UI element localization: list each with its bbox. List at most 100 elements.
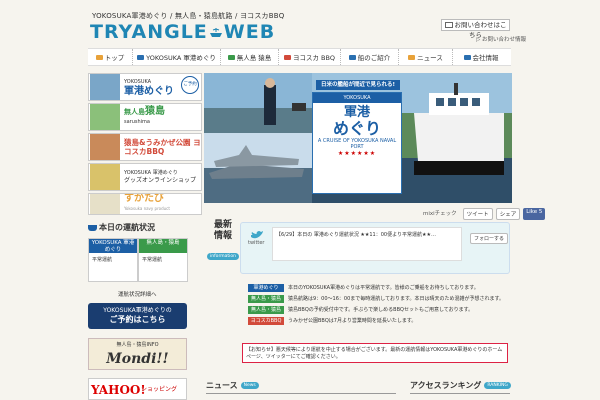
contact-info-link[interactable]: ▷ お問い合わせ情報 — [476, 35, 526, 43]
bbq-thumb — [90, 134, 120, 160]
status-box-header: 無人島・猿島 — [139, 239, 187, 253]
ranking-section-heading: アクセスランキング RANKING — [410, 380, 511, 391]
latest-title-1: 最新 — [213, 220, 232, 230]
reserve-button[interactable]: YOKOSUKA軍港めぐりの ご予約はこちら — [88, 303, 187, 329]
nav-item-boats[interactable]: 船のご紹介 — [341, 49, 399, 65]
gunkou-thumb — [90, 74, 120, 100]
news-text: うみかぜ公園BBQは7月より営業時間を延長いたします。 — [288, 318, 417, 324]
list-item[interactable]: 軍港めぐり 本日のYOKOSUKA軍港めぐりは平常運航です。皆様のご乗船をお待ちし… — [248, 284, 508, 293]
logo-left-text: TRYANGLE — [90, 21, 208, 43]
news-section-badge: News — [240, 382, 259, 389]
latest-title-2: 情報 — [213, 231, 232, 241]
banner-gunkou[interactable]: YOKOSUKA 軍港めぐり ご予約 — [88, 73, 202, 101]
nav-label: YOKOSUKA 軍港めぐり — [146, 54, 216, 62]
news-text: 猿島航路は9：00～16：00まで毎時運航しております。本日は晴天のため混雑が予… — [288, 296, 504, 302]
banner-title: 猿島 — [145, 106, 165, 117]
list-item[interactable]: 無人島・猿島 猿島航路は9：00～16：00まで毎時運航しております。本日は晴天の… — [248, 295, 508, 304]
nav-item-sarushima[interactable]: 無人島 猿島 — [221, 49, 279, 65]
news-icon — [408, 54, 416, 60]
nav-label: 無人島 猿島 — [236, 54, 272, 62]
share-button[interactable]: シェア — [495, 208, 521, 220]
nav-label: ヨコスカ BBQ — [292, 54, 336, 62]
yahoo-logo: YAHOO! — [91, 383, 146, 397]
poster-big-text: めぐり — [332, 119, 381, 138]
hero-caption: 日米の艦船が間近で見られる! — [316, 80, 400, 90]
main-nav: トップ YOKOSUKA 軍港めぐり 無人島 猿島 ヨコスカ BBQ 船のご紹介… — [88, 48, 511, 66]
news-section-heading: ニュース News — [206, 380, 259, 391]
sarushima-thumb — [90, 104, 120, 130]
nav-item-company[interactable]: 会社情報 — [453, 49, 509, 65]
news-section-title: ニュース — [206, 381, 238, 390]
list-item[interactable]: 無人島・猿島 猿島BBQの予約受付中です。手ぶらで楽しめるBBQセットもご用意して… — [248, 306, 508, 315]
mondi-banner[interactable]: 無人島・猿島INFO Mondi!! — [88, 338, 187, 370]
latest-info-label: 最新 情報 information — [206, 220, 240, 261]
ship-icon — [137, 54, 145, 60]
news-tag: ヨコスカBBQ — [248, 317, 284, 325]
tweet-button[interactable]: ツイート — [462, 208, 493, 220]
nav-item-bbq[interactable]: ヨコスカ BBQ — [279, 49, 341, 65]
page: YOKOSUKA軍港めぐり / 無人島・猿島航路 / ヨコスカBBQ TRYAN… — [0, 0, 600, 400]
social-buttons: mixiチェック ツイート シェア Like 5 — [420, 208, 546, 220]
ranking-section-badge: RANKING — [484, 382, 511, 389]
yahoo-shopping-banner[interactable]: YAHOO! ショッピング — [88, 378, 187, 400]
tweet-text: 【6/29】本日の 軍港めぐり運航状況 ★★11：00便より平常運航★★… — [272, 227, 462, 261]
nav-label: ニュース — [417, 54, 443, 62]
nav-item-top[interactable]: トップ — [88, 49, 133, 65]
follow-button[interactable]: フォローする — [470, 233, 509, 244]
news-tag: 無人島・猿島 — [248, 306, 284, 314]
twitter-bird-icon — [251, 231, 263, 239]
contact-button[interactable]: お問い合わせはこちら — [441, 19, 510, 39]
like-button[interactable]: Like 5 — [523, 208, 546, 220]
news-tag: 軍港めぐり — [248, 284, 284, 292]
banner-small-text: YOKOSUKA 軍港めぐり — [124, 170, 178, 176]
news-list: 軍港めぐり 本日のYOKOSUKA軍港めぐりは平常運航です。皆様のご乗船をお待ちし… — [248, 284, 508, 328]
reserve-small-text: YOKOSUKA軍港めぐりの — [103, 307, 172, 314]
poster-title: 軍港 — [343, 105, 370, 120]
banner-title: グッズオンラインショップ — [124, 177, 197, 184]
bbq-icon — [283, 54, 291, 60]
status-title: 本日の運航状況 — [99, 223, 155, 232]
ship-icon — [209, 28, 222, 37]
status-box-gunkou: YOKOSUKA 軍港めぐり 平常運航 — [88, 238, 138, 282]
banner-sukatabi[interactable]: すかたび Yokosuka navy product — [88, 193, 202, 215]
nav-label: 会社情報 — [472, 54, 499, 62]
poster-subtitle: A CRUISE OF YOKOSUKA NAVAL PORT — [317, 138, 397, 150]
mail-icon — [444, 22, 453, 28]
banner-bbq[interactable]: 猿島&うみかぜ公園 ヨコスカBBQ — [88, 133, 202, 161]
site-logo[interactable]: TRYANGLE WEB — [90, 21, 275, 43]
mixi-check-button[interactable]: mixiチェック — [420, 208, 460, 220]
reserve-big-text: ご予約はこちら — [109, 315, 166, 324]
status-heading: 本日の運航状況 — [88, 222, 155, 233]
banner-goods-shop[interactable]: YOKOSUKA 軍港めぐり グッズオンラインショップ — [88, 163, 202, 191]
site-tagline: YOKOSUKA軍港めぐり / 無人島・猿島航路 / ヨコスカBBQ — [92, 12, 285, 20]
news-divider — [206, 393, 396, 394]
news-text: 猿島BBQの予約受付中です。手ぶらで楽しめるBBQセットもご用意しております。 — [288, 307, 474, 313]
home-icon — [95, 54, 103, 60]
banner-title: 軍港めぐり — [124, 86, 174, 97]
banner-small-text: Yokosuka navy product — [124, 206, 170, 211]
goods-thumb — [90, 164, 120, 190]
status-value: 平常運航 — [142, 257, 163, 263]
banner-sarushima[interactable]: 無人島猿島 sarushima — [88, 103, 202, 131]
mondi-logo: Mondi!! — [106, 351, 169, 367]
twitter-widget: twitter 【6/29】本日の 軍港めぐり運航状況 ★★11：00便より平常… — [240, 222, 510, 274]
banner-title: すかたび — [124, 193, 164, 204]
list-item[interactable]: ヨコスカBBQ うみかぜ公園BBQは7月より営業時間を延長いたします。 — [248, 317, 508, 326]
news-text: 本日のYOKOSUKA軍港めぐりは平常運航です。皆様のご乗船をお待ちしております… — [288, 285, 479, 291]
reserve-badge[interactable]: ご予約 — [181, 76, 199, 94]
status-detail-link[interactable]: 運航状況詳細へ — [118, 290, 157, 298]
nav-item-news[interactable]: ニュース — [399, 49, 453, 65]
tweet-user: twitter — [248, 240, 265, 246]
ranking-section-title: アクセスランキング — [410, 381, 482, 390]
sidebar: YOKOSUKA 軍港めぐり ご予約 無人島猿島 sarushima 猿島&うみかぜ… — [88, 73, 204, 217]
island-icon — [227, 54, 235, 60]
banner-small-text: 無人島 — [124, 108, 145, 116]
boat-icon — [348, 54, 356, 60]
mondi-small-text: 無人島・猿島INFO — [116, 342, 159, 348]
nav-item-gunkou[interactable]: YOKOSUKA 軍港めぐり — [133, 49, 221, 65]
status-box-sarushima: 無人島・猿島 平常運航 — [138, 238, 188, 282]
notice-box: 【お知らせ】悪天候等により運航を中止する場合がございます。最新の運航情報はYOK… — [242, 343, 508, 363]
ship-icon — [88, 224, 97, 231]
poster-stars: ★★★★★★ — [337, 150, 377, 157]
nav-label: トップ — [104, 54, 125, 62]
